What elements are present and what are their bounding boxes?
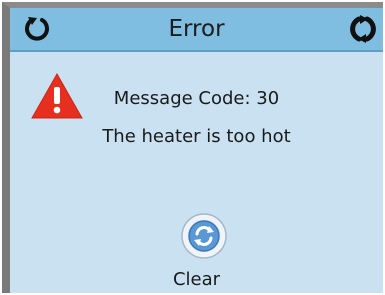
header-bar: Error	[10, 8, 383, 52]
clear-button[interactable]	[180, 212, 228, 260]
message-code: Message Code: 30	[113, 88, 280, 109]
refresh-cycle-icon[interactable]	[342, 15, 384, 43]
clear-label: Clear	[172, 269, 221, 290]
error-screen: Error Message Code: 30 The heater is too…	[2, 2, 383, 293]
page-title: Error	[168, 16, 225, 42]
message-description: The heater is too hot	[102, 126, 291, 147]
